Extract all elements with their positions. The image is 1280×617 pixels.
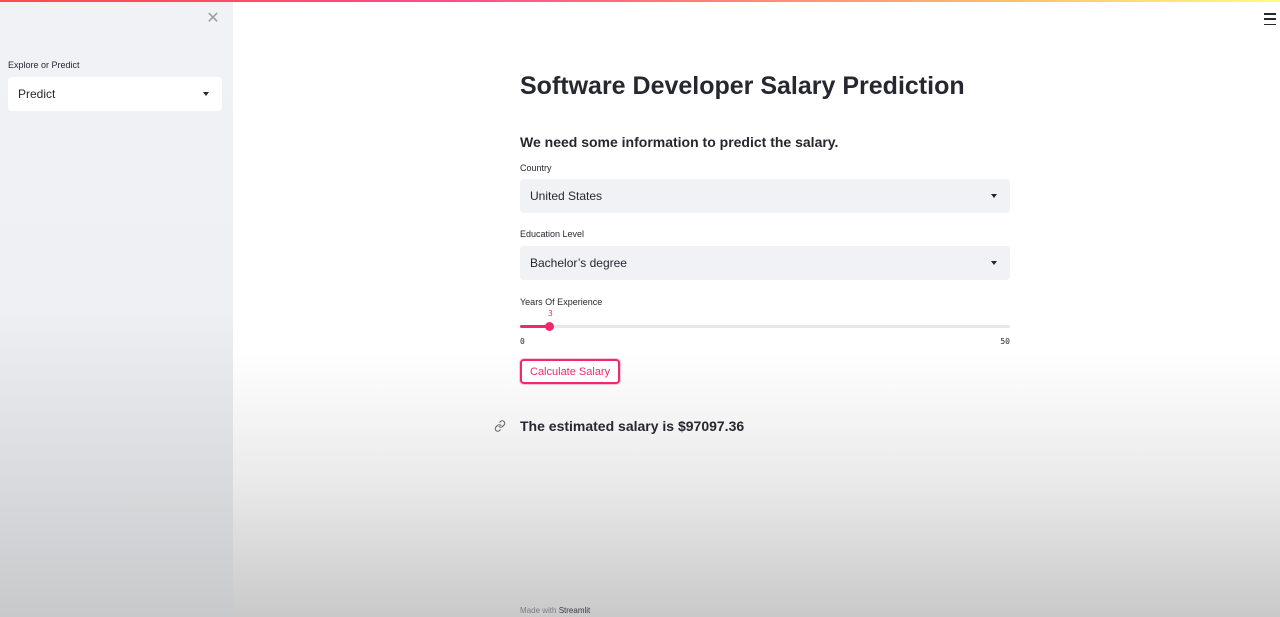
sidebar: ✕ Explore or Predict Predict [0,0,233,617]
footer-prefix: Made with [520,606,557,615]
close-icon[interactable]: ✕ [205,11,221,27]
years-experience-slider[interactable] [520,318,1010,336]
explore-predict-select[interactable]: Predict [8,77,222,111]
country-selected-value: United States [530,189,603,203]
education-level-label: Education Level [520,229,585,239]
top-decoration-bar [0,0,1280,2]
explore-predict-selected-value: Predict [18,87,56,101]
page-title: Software Developer Salary Prediction [520,72,965,100]
page-subheader: We need some information to predict the … [520,134,839,150]
slider-track[interactable] [520,325,1010,328]
years-experience-label: Years Of Experience [520,297,603,307]
education-selected-value: Bachelor’s degree [530,256,627,270]
streamlit-link[interactable]: Streamlit [559,606,591,615]
slider-thumb[interactable] [545,322,555,331]
estimated-salary-result: The estimated salary is $97097.36 [520,418,745,434]
slider-max-label: 50 [1000,337,1010,346]
country-select[interactable]: United States [520,179,1010,213]
footer: Made with Streamlit [520,606,590,615]
slider-current-value: 3 [547,309,553,318]
country-label: Country [520,163,552,173]
calculate-salary-button[interactable]: Calculate Salary [520,359,621,384]
main-content: Software Developer Salary Prediction We … [233,0,1280,617]
hamburger-menu-icon[interactable] [1264,13,1276,25]
education-level-select[interactable]: Bachelor’s degree [520,246,1010,280]
chevron-down-icon [991,194,997,198]
slider-min-label: 0 [520,337,525,346]
link-icon[interactable] [494,420,506,432]
chevron-down-icon [991,261,997,265]
sidebar-select-label: Explore or Predict [8,60,80,70]
chevron-down-icon [203,92,209,96]
